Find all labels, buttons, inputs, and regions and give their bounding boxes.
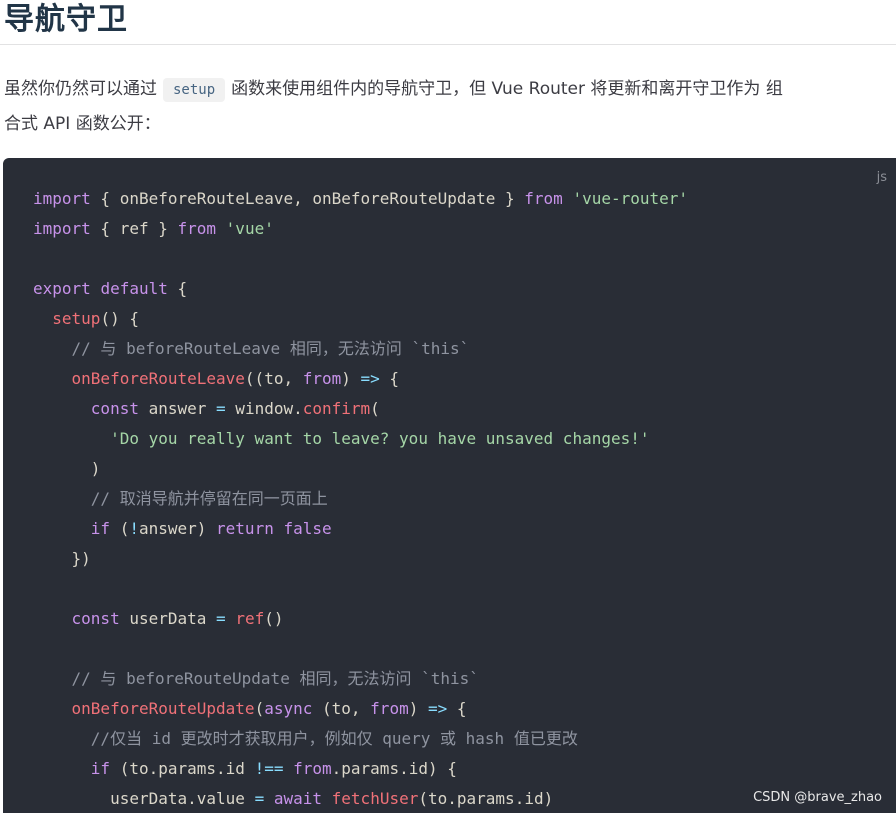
code-line: }) bbox=[33, 549, 91, 568]
intro-text-end: 函数来使用组件内的导航守卫，但 Vue Router 将更新和离开守卫作为 组 bbox=[231, 79, 783, 99]
intro-paragraph: 虽然你仍然可以通过 setup 函数来使用组件内的导航守卫，但 Vue Router… bbox=[4, 72, 896, 141]
code-line: //仅当 id 更改时才获取用户，例如仅 query 或 hash 值已更改 bbox=[90, 729, 578, 748]
intro-text-line2: 合式 API 函数公开： bbox=[4, 114, 161, 134]
heading-divider bbox=[0, 44, 896, 45]
watermark: CSDN @brave_zhao bbox=[753, 790, 882, 805]
code-line: const userData = ref() bbox=[71, 609, 284, 628]
code-content[interactable]: import { onBeforeRouteLeave, onBeforeRou… bbox=[33, 184, 688, 813]
code-line: export default { bbox=[33, 279, 188, 298]
inline-code-setup: setup bbox=[163, 78, 226, 102]
code-line: const answer = window.confirm( bbox=[90, 399, 380, 418]
code-line: 'Do you really want to leave? you have u… bbox=[110, 429, 650, 448]
code-line: onBeforeRouteUpdate(async (to, from) => … bbox=[71, 699, 467, 718]
page-title: 导航守卫 bbox=[4, 2, 128, 37]
code-line: import { onBeforeRouteLeave, onBeforeRou… bbox=[33, 189, 689, 208]
code-line: userData.value = await fetchUser(to.para… bbox=[33, 789, 554, 808]
code-line: if (to.params.id !== from.params.id) { bbox=[90, 759, 457, 778]
code-line: ) bbox=[33, 459, 101, 478]
code-line: onBeforeRouteLeave((to, from) => { bbox=[71, 369, 400, 388]
code-line: // 与 beforeRouteUpdate 相同，无法访问 `this` bbox=[71, 669, 479, 688]
code-line: import { ref } from 'vue' bbox=[33, 219, 274, 238]
intro-text-start: 虽然你仍然可以通过 bbox=[4, 79, 157, 99]
code-line: setup() { bbox=[52, 309, 139, 328]
code-block[interactable]: js import { onBeforeRouteLeave, onBefore… bbox=[3, 158, 896, 813]
code-line: // 取消导航并停留在同一页面上 bbox=[90, 489, 328, 508]
code-line: // 与 beforeRouteLeave 相同，无法访问 `this` bbox=[71, 339, 470, 358]
code-line: if (!answer) return false bbox=[90, 519, 332, 538]
code-language-label: js bbox=[876, 170, 887, 185]
